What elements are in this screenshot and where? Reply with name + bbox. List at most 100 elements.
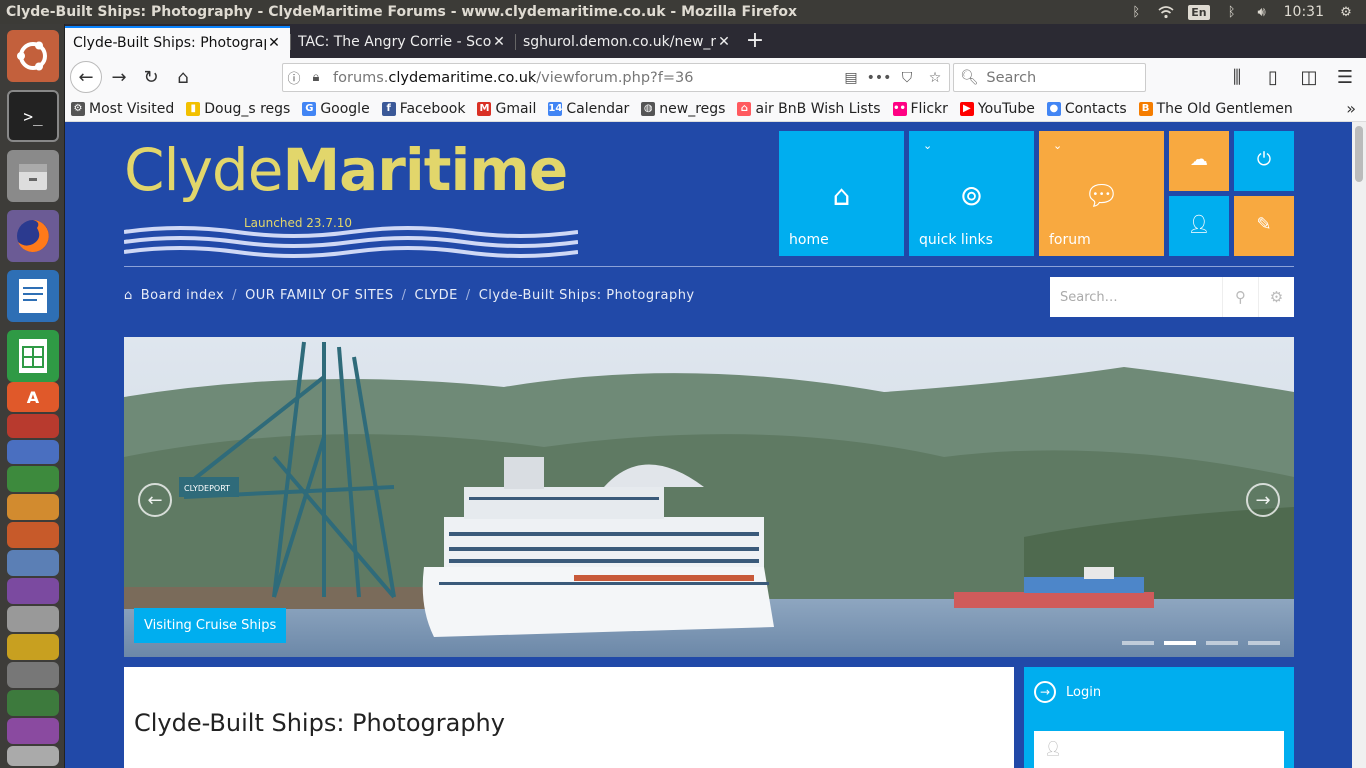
app-icon-7[interactable] [7, 578, 59, 604]
bookmark-item[interactable]: M Gmail [471, 101, 542, 117]
bookmark-item[interactable]: ⌂ air BnB Wish Lists [731, 101, 886, 117]
carousel-dot[interactable] [1122, 641, 1154, 645]
writer-icon[interactable] [7, 270, 59, 322]
tab-sghurol[interactable]: sghurol.demon.co.uk/new_r ✕ [515, 26, 740, 58]
breadcrumb-board-index[interactable]: Board index [141, 288, 224, 303]
reader-icon[interactable]: ▯ [1258, 62, 1288, 92]
app-icon-10[interactable] [7, 662, 59, 688]
bluetooth-status-icon[interactable]: ᛒ [1224, 4, 1240, 20]
url-text[interactable]: forums.clydemaritime.co.uk/viewforum.php… [327, 70, 837, 86]
app-icon-5[interactable] [7, 522, 59, 548]
app-icon-11[interactable] [7, 690, 59, 716]
upload-tile[interactable]: ☁ [1169, 131, 1229, 191]
carousel-next-button[interactable]: → [1246, 483, 1280, 517]
sidebar-icon[interactable]: ◫ [1294, 62, 1324, 92]
info-icon[interactable]: ⓘ [283, 68, 305, 87]
url-bar[interactable]: ⓘ 🔒︎ forums.clydemaritime.co.uk/viewforu… [282, 63, 950, 92]
bookmark-label: Flickr [910, 100, 948, 117]
chevron-down-icon: ⌄ [1053, 139, 1063, 152]
quick-links-tile[interactable]: ⌄ ⊚ quick links [909, 131, 1034, 256]
volume-icon[interactable]: 🔊︎ [1254, 4, 1270, 20]
bluetooth-icon[interactable]: ᛒ [1128, 4, 1144, 20]
terminal-icon[interactable]: >_ [7, 90, 59, 142]
forum-tile[interactable]: ⌄ 💬︎ forum [1039, 131, 1164, 256]
user-tile[interactable]: 👤︎ [1169, 196, 1229, 256]
bookmarks-overflow-chevron-icon[interactable]: » [1346, 99, 1356, 118]
gear-icon: ⚙ [71, 101, 85, 116]
username-input[interactable]: 👤︎ [1034, 731, 1284, 768]
forward-button[interactable]: → [104, 62, 134, 92]
app-icon-12[interactable] [7, 718, 59, 744]
breadcrumb-family-of-sites[interactable]: OUR FAMILY OF SITES [245, 288, 394, 303]
advanced-search-gear-icon[interactable]: ⚙ [1258, 277, 1294, 317]
files-icon[interactable] [7, 150, 59, 202]
home-button[interactable]: ⌂ [168, 62, 198, 92]
carousel-dot[interactable] [1206, 641, 1238, 645]
library-icon[interactable]: ⫼ [1222, 62, 1252, 92]
logo-waves [124, 226, 578, 258]
search-input[interactable]: 🔍︎ Search [953, 63, 1146, 92]
bookmark-item[interactable]: ● Contacts [1041, 101, 1133, 117]
bookmark-item[interactable]: •• Flickr [887, 101, 954, 117]
quill-tile[interactable]: ✎ [1234, 196, 1294, 256]
bookmark-label: air BnB Wish Lists [755, 100, 881, 117]
app-icon-6[interactable] [7, 550, 59, 576]
app-icon-1[interactable] [7, 414, 59, 438]
breadcrumb-current-forum[interactable]: Clyde-Built Ships: Photography [479, 288, 695, 303]
page-actions-icon[interactable]: ••• [865, 70, 893, 86]
bookmark-item[interactable]: f Facebook [376, 101, 472, 117]
logo-text-light: Clyde [124, 136, 283, 204]
tab-clyde-built-ships[interactable]: Clyde-Built Ships: Photograp ✕ [65, 26, 290, 58]
search-icon[interactable]: ⚲ [1222, 277, 1258, 317]
wifi-icon[interactable] [1158, 4, 1174, 20]
bookmark-item[interactable]: 14 Calendar [542, 101, 635, 117]
app-icon-4[interactable] [7, 494, 59, 520]
home-tile[interactable]: ⌂ home [779, 131, 904, 256]
reload-button[interactable]: ↻ [136, 62, 166, 92]
tab-angry-corrie[interactable]: TAC: The Angry Corrie - Scoti ✕ [290, 26, 515, 58]
firefox-icon[interactable] [7, 210, 59, 262]
login-arrow-icon: → [1034, 681, 1056, 703]
calc-icon[interactable] [7, 330, 59, 382]
new-tab-button[interactable]: + [740, 26, 770, 58]
bookmark-label: Most Visited [89, 100, 175, 117]
back-button[interactable]: ← [70, 61, 102, 93]
reader-view-icon[interactable]: ▤ [837, 70, 865, 86]
page-scrollbar[interactable] [1352, 122, 1366, 768]
app-icon-13[interactable] [7, 746, 59, 766]
forum-search-input[interactable]: Search… [1050, 290, 1222, 305]
site-logo[interactable]: ClydeMaritime Launched 23.7.10 [124, 136, 584, 258]
app-icon-3[interactable] [7, 466, 59, 492]
search-placeholder: Search [986, 69, 1037, 86]
close-icon[interactable]: ✕ [491, 34, 507, 50]
breadcrumb: ⌂ Board index / OUR FAMILY OF SITES / CL… [124, 288, 695, 303]
scrollbar-thumb[interactable] [1355, 126, 1363, 182]
software-center-icon[interactable]: A [7, 382, 59, 412]
power-tile[interactable]: ⏻ [1234, 131, 1294, 191]
bookmark-item[interactable]: B The Old Gentlemen [1133, 101, 1299, 117]
close-icon[interactable]: ✕ [266, 35, 282, 51]
settings-gear-icon[interactable]: ⚙ [1338, 4, 1354, 20]
close-icon[interactable]: ✕ [716, 34, 732, 50]
bookmark-item[interactable]: ⚙ Most Visited [65, 101, 180, 117]
keyboard-layout-indicator[interactable]: En [1188, 4, 1210, 20]
carousel-dot[interactable] [1248, 641, 1280, 645]
bookmark-label: YouTube [977, 100, 1035, 117]
hero-caption[interactable]: Visiting Cruise Ships [134, 608, 287, 643]
pocket-icon[interactable]: ⛉ [893, 70, 921, 86]
bookmark-item[interactable]: G Google [296, 101, 375, 117]
clock[interactable]: 10:31 [1284, 4, 1324, 20]
app-icon-8[interactable] [7, 606, 59, 632]
bookmark-item[interactable]: ▮ Doug_s regs [180, 101, 296, 117]
bookmark-item[interactable]: ◍ new_regs [635, 101, 731, 117]
app-icon-2[interactable] [7, 440, 59, 464]
ubuntu-dash-icon[interactable] [7, 30, 59, 82]
breadcrumb-clyde[interactable]: CLYDE [415, 288, 458, 303]
menu-icon[interactable]: ☰ [1330, 62, 1360, 92]
bookmark-star-icon[interactable]: ☆ [921, 70, 949, 86]
tab-label: sghurol.demon.co.uk/new_r [523, 34, 716, 50]
app-icon-9[interactable] [7, 634, 59, 660]
carousel-dot[interactable] [1164, 641, 1196, 645]
bookmark-item[interactable]: ▶ YouTube [954, 101, 1041, 117]
carousel-prev-button[interactable]: ← [138, 483, 172, 517]
